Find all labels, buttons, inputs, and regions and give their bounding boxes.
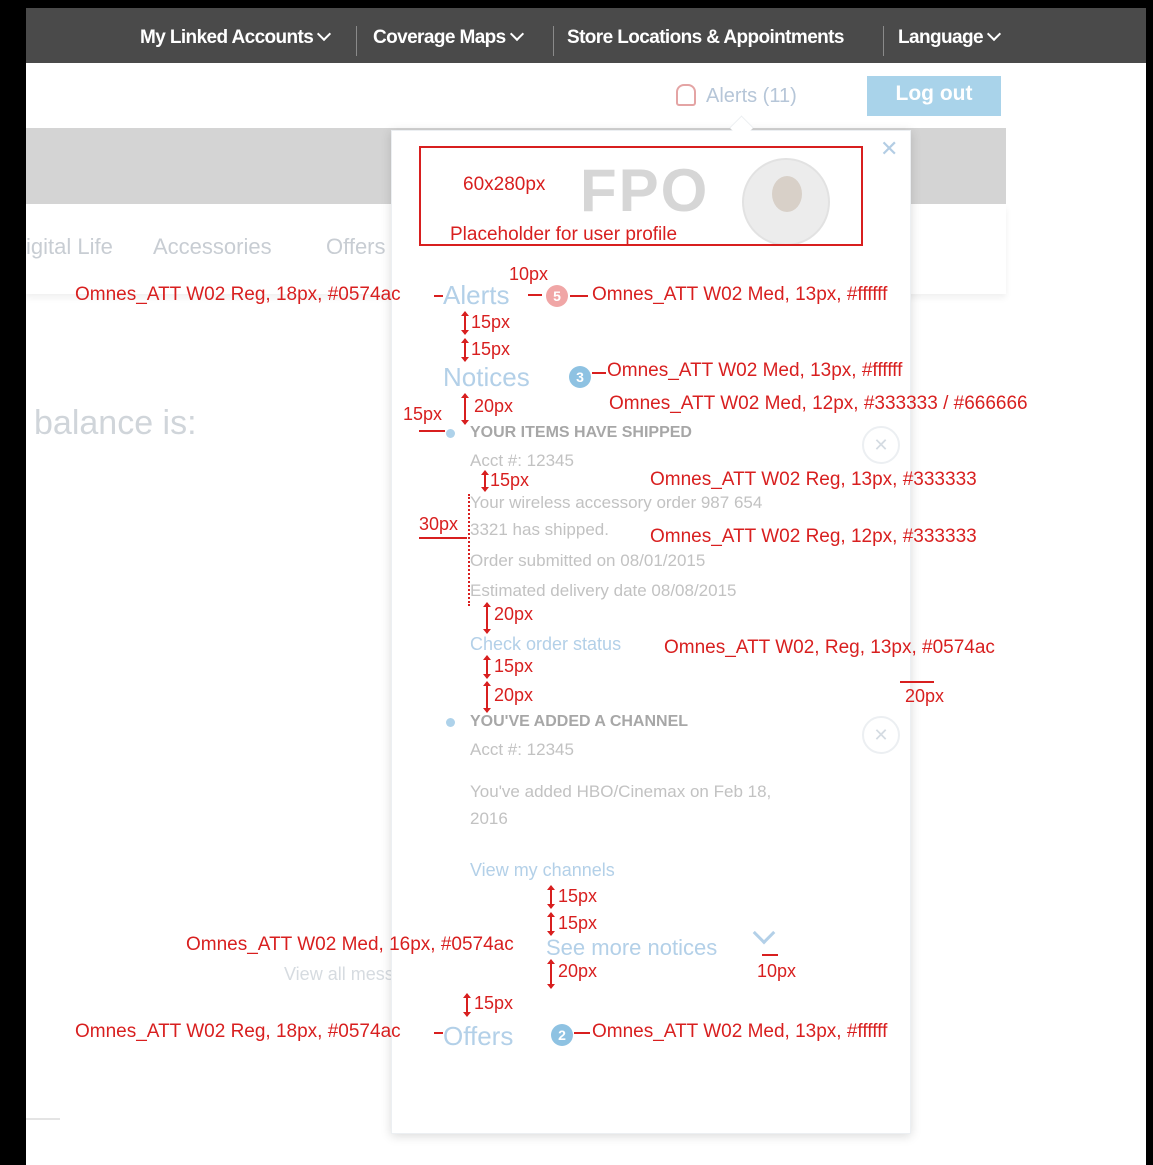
annotation-spacing-marker <box>483 681 491 713</box>
balance-heading: balance is: <box>34 404 197 442</box>
annotation-leader <box>592 372 606 374</box>
annotation-spacing: 15px <box>558 913 598 933</box>
annotation-spacing: 15px <box>494 656 534 676</box>
annotation-alerts-badge-font: Omnes_ATT W02 Med, 13px, #ffffff <box>592 284 888 305</box>
annotation-spacing: 15px <box>471 339 511 359</box>
notices-heading: Notices <box>443 362 530 392</box>
annotation-leader <box>762 954 778 956</box>
see-more-notices-link[interactable]: See more notices <box>546 935 717 961</box>
annotation-leader <box>528 294 542 296</box>
close-icon[interactable]: ✕ <box>880 136 898 162</box>
notice-title: YOU'VE ADDED A CHANNEL <box>470 713 689 730</box>
annotation-meta-font: Omnes_ATT W02 Reg, 12px, #333333 <box>650 526 977 547</box>
tab-digital-life[interactable]: igital Life <box>26 234 113 260</box>
notice-body: 2016 <box>470 809 508 828</box>
divider <box>26 1118 60 1120</box>
nav-divider <box>883 26 884 56</box>
annotation-indent: 30px <box>419 514 459 534</box>
chevron-down-icon <box>986 26 1002 42</box>
top-nav: My Linked Accounts Coverage Maps Store L… <box>26 8 1146 63</box>
unread-dot <box>446 429 455 438</box>
annotation-spacing-marker <box>547 885 555 909</box>
nav-coverage-maps-label: Coverage Maps <box>373 27 506 48</box>
annotation-offers-badge-font: Omnes_ATT W02 Med, 13px, #ffffff <box>592 1021 888 1042</box>
annotation-leader <box>434 1032 443 1034</box>
annotation-spacing: 20px <box>494 604 534 624</box>
annotation-body-font: Omnes_ATT W02 Reg, 13px, #333333 <box>650 469 977 490</box>
annotation-guide <box>468 494 470 606</box>
nav-language-label: Language <box>898 27 984 48</box>
annotation-link-font: Omnes_ATT W02, Reg, 13px, #0574ac <box>664 637 995 658</box>
annotation-leader <box>570 295 588 297</box>
tab-offers[interactable]: Offers <box>326 234 386 260</box>
annotation-alerts-gap: 10px <box>509 264 549 284</box>
annotation-spacing: 20px <box>558 961 598 981</box>
chevron-down-icon <box>317 26 332 42</box>
nav-divider <box>356 26 357 56</box>
annotation-spacing-marker <box>461 338 469 362</box>
nav-coverage-maps[interactable]: Coverage Maps <box>373 8 524 63</box>
annotation-chevron-gap: 10px <box>757 961 797 981</box>
nav-language[interactable]: Language <box>898 8 1002 63</box>
annotation-offers-font: Omnes_ATT W02 Reg, 18px, #0574ac <box>75 1021 401 1042</box>
alerts-count-badge: 5 <box>546 285 568 307</box>
alerts-link-label: Alerts (11) <box>706 85 797 107</box>
annotation-spacing-marker <box>461 393 469 425</box>
notice-body: Your wireless accessory order 987 654 <box>470 493 763 512</box>
offers-count-badge: 2 <box>551 1024 573 1046</box>
annotation-spacing-marker <box>483 602 491 634</box>
unread-dot <box>446 718 455 727</box>
tab-accessories[interactable]: Accessories <box>153 234 272 260</box>
alerts-heading: Alerts <box>443 280 510 310</box>
annotation-right-margin: 20px <box>905 686 945 706</box>
notice-account: Acct #: 12345 <box>470 451 574 470</box>
annotation-spacing-marker <box>547 912 555 936</box>
nav-linked-accounts[interactable]: My Linked Accounts <box>140 8 332 63</box>
annotation-spacing: 15px <box>471 312 511 332</box>
notice-body: 3321 has shipped. <box>470 520 609 539</box>
notice-title: YOUR ITEMS HAVE SHIPPED <box>470 424 692 441</box>
annotation-leader <box>419 537 467 539</box>
notice-account: Acct #: 12345 <box>470 740 574 759</box>
annotation-fpo-size: 60x280px <box>463 174 546 195</box>
alerts-link[interactable]: Alerts (11) <box>676 78 797 118</box>
annotation-spacing: 15px <box>558 886 598 906</box>
notice-submitted: Order submitted on 08/01/2015 <box>470 551 706 570</box>
annotation-alerts-font: Omnes_ATT W02 Reg, 18px, #0574ac <box>75 284 401 305</box>
annotation-spacing-marker <box>483 655 491 679</box>
annotation-leader <box>900 681 934 683</box>
offers-heading: Offers <box>443 1021 514 1051</box>
annotation-fpo-note: Placeholder for user profile <box>450 224 678 245</box>
annotation-see-more-font: Omnes_ATT W02 Med, 16px, #0574ac <box>186 934 514 955</box>
annotation-left-margin: 15px <box>403 404 443 424</box>
dismiss-notice-button[interactable]: ✕ <box>862 426 900 464</box>
notices-count-badge: 3 <box>569 366 591 388</box>
nav-divider <box>553 26 554 56</box>
view-all-messages-link[interactable]: View all mess <box>284 964 394 985</box>
annotation-leader <box>419 430 445 432</box>
annotation-notices-badge-font: Omnes_ATT W02 Med, 13px, #ffffff <box>607 360 903 381</box>
chevron-down-icon <box>509 26 524 42</box>
annotation-spacing-marker <box>463 993 471 1017</box>
nav-linked-accounts-label: My Linked Accounts <box>140 27 314 48</box>
annotation-spacing: 20px <box>474 396 514 416</box>
view-my-channels-link[interactable]: View my channels <box>470 860 615 881</box>
logout-button[interactable]: Log out <box>867 76 1001 116</box>
check-order-status-link[interactable]: Check order status <box>470 634 621 655</box>
annotation-spacing-marker <box>547 959 555 989</box>
annotation-spacing-marker <box>481 470 489 492</box>
notice-delivery: Estimated delivery date 08/08/2015 <box>470 581 737 600</box>
annotation-spacing-marker <box>461 311 469 335</box>
annotation-leader <box>574 1032 590 1034</box>
annotation-spacing: 15px <box>474 993 514 1013</box>
bell-icon <box>676 83 696 106</box>
nav-store-locations[interactable]: Store Locations & Appointments <box>567 8 844 63</box>
annotation-title-font: Omnes_ATT W02 Med, 12px, #333333 / #6666… <box>609 393 1028 414</box>
annotation-spacing: 15px <box>490 470 530 490</box>
notice-body: You've added HBO/Cinemax on Feb 18, <box>470 782 772 801</box>
dismiss-notice-button[interactable]: ✕ <box>862 716 900 754</box>
annotation-spacing: 20px <box>494 685 534 705</box>
annotation-leader <box>434 295 443 297</box>
